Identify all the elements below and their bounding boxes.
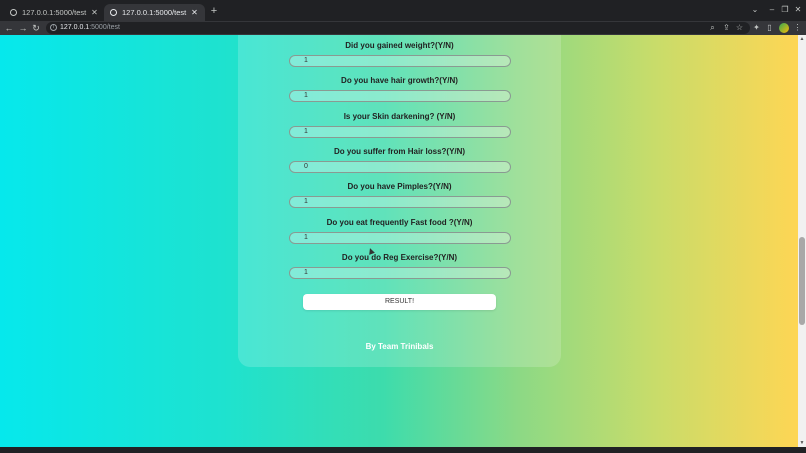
url-text: 127.0.0.1:5000/test (60, 24, 120, 31)
question-label: Is your Skin darkening? (Y/N) (343, 112, 456, 121)
answer-input[interactable]: 1 (289, 267, 511, 279)
tab-strip: 127.0.0.1:5000/test ✕ 127.0.0.1:5000/tes… (0, 0, 806, 21)
globe-icon (110, 9, 117, 16)
answer-input[interactable]: 0 (289, 161, 511, 173)
address-bar[interactable]: i 127.0.0.1:5000/test (46, 22, 750, 34)
new-tab-icon[interactable]: + (208, 5, 220, 17)
footer-credit: By Team Trinibals (365, 342, 434, 351)
question-label: Do you eat frequently Fast food ?(Y/N) (326, 218, 473, 227)
share-icon[interactable]: ⇪ (721, 22, 732, 34)
answer-input[interactable]: 1 (289, 232, 511, 244)
answer-input[interactable]: 1 (289, 126, 511, 138)
page-viewport: Did you gained weight?(Y/N) 1 Do you hav… (0, 35, 798, 447)
chevron-down-icon[interactable]: ⌄ (749, 4, 761, 16)
reload-icon[interactable]: ↻ (30, 22, 42, 34)
menu-icon[interactable]: ⋮ (792, 22, 803, 34)
profile-avatar[interactable] (779, 23, 789, 33)
question-label: Do you have Pimples?(Y/N) (347, 182, 452, 191)
browser-toolbar: ← → ↻ i 127.0.0.1:5000/test ⌕ ⇪ ☆ ✦ ▯ ⋮ (0, 21, 806, 35)
answer-input[interactable]: 1 (289, 55, 511, 67)
forward-icon[interactable]: → (17, 22, 29, 34)
browser-tab-2[interactable]: 127.0.0.1:5000/test ✕ (104, 4, 205, 21)
bookmark-star-icon[interactable]: ☆ (734, 22, 745, 34)
question-label: Did you gained weight?(Y/N) (345, 41, 454, 50)
scroll-down-icon[interactable]: ▼ (798, 439, 806, 447)
globe-icon (10, 9, 17, 16)
minimize-icon[interactable]: – (766, 4, 778, 16)
browser-tab-1[interactable]: 127.0.0.1:5000/test ✕ (4, 4, 105, 21)
answer-input[interactable]: 1 (289, 196, 511, 208)
close-window-icon[interactable]: ✕ (792, 4, 804, 16)
extensions-icon[interactable]: ✦ (751, 22, 762, 34)
question-label: Do you do Reg Exercise?(Y/N) (341, 253, 458, 262)
scroll-up-icon[interactable]: ▲ (798, 35, 806, 43)
window-bottom-edge (0, 447, 806, 453)
close-tab-icon[interactable]: ✕ (190, 8, 199, 17)
close-tab-icon[interactable]: ✕ (90, 8, 99, 17)
restore-icon[interactable]: ❐ (779, 4, 791, 16)
side-panel-icon[interactable]: ▯ (764, 22, 775, 34)
result-button[interactable]: RESULT! (303, 294, 496, 310)
answer-input[interactable]: 1 (289, 90, 511, 102)
back-icon[interactable]: ← (3, 22, 15, 34)
site-info-icon[interactable]: i (50, 24, 57, 31)
zoom-icon[interactable]: ⌕ (707, 22, 718, 34)
tab-title: 127.0.0.1:5000/test (122, 8, 187, 17)
scrollbar[interactable]: ▲ ▼ (798, 35, 806, 447)
scroll-thumb[interactable] (799, 237, 805, 325)
question-label: Do you suffer from Hair loss?(Y/N) (333, 147, 466, 156)
tab-title: 127.0.0.1:5000/test (22, 8, 87, 17)
question-label: Do you have hair growth?(Y/N) (341, 76, 458, 85)
